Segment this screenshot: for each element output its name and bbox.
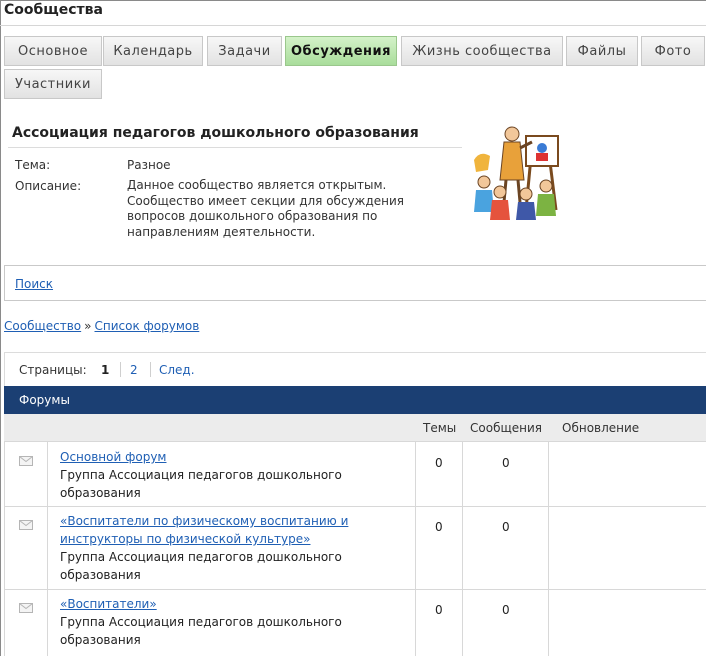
topics-count: 0: [435, 456, 443, 470]
table-row: Основной форум Группа Ассоциация педагог…: [4, 442, 706, 506]
breadcrumb: Сообщество» Список форумов: [4, 319, 199, 333]
forum-group: Группа Ассоциация педагогов дошкольного …: [60, 468, 342, 500]
search-panel: Поиск: [4, 265, 706, 301]
topic-label: Тема:: [15, 158, 51, 172]
forum-cell: «Воспитатели» Группа Ассоциация педагого…: [60, 595, 360, 649]
tab-calendar[interactable]: Календарь: [103, 36, 203, 66]
tab-files[interactable]: Файлы: [566, 36, 638, 66]
topic-value: Разное: [127, 158, 171, 172]
forums-header: Форумы: [4, 386, 706, 414]
forums-column-headers: Темы Сообщения Обновление: [4, 414, 706, 442]
forum-link[interactable]: Основной форум: [60, 450, 166, 464]
tab-members[interactable]: Участники: [4, 69, 102, 99]
pager: Страницы: 1 2 След.: [4, 352, 706, 386]
page-title: Сообщества: [4, 2, 103, 18]
forum-group: Группа Ассоциация педагогов дошкольного …: [60, 550, 342, 582]
tab-discussions[interactable]: Обсуждения: [285, 36, 397, 66]
pager-divider: [120, 362, 121, 377]
pager-divider: [150, 362, 151, 377]
table-row: «Воспитатели по физическому воспитанию и…: [4, 507, 706, 589]
pager-current-page: 1: [101, 363, 110, 377]
title-divider: [0, 25, 706, 26]
breadcrumb-community[interactable]: Сообщество: [4, 319, 81, 333]
pager-next[interactable]: След.: [159, 363, 195, 377]
envelope-icon: [19, 520, 33, 530]
table-row: «Воспитатели» Группа Ассоциация педагого…: [4, 590, 706, 656]
tab-photo[interactable]: Фото: [641, 36, 705, 66]
tab-community-life[interactable]: Жизнь сообщества: [401, 36, 563, 66]
tab-tasks[interactable]: Задачи: [207, 36, 282, 66]
forum-link[interactable]: «Воспитатели по физическому воспитанию и…: [60, 514, 348, 546]
messages-count: 0: [502, 603, 510, 617]
breadcrumb-forum-list[interactable]: Список форумов: [95, 319, 200, 333]
forum-cell: «Воспитатели по физическому воспитанию и…: [60, 512, 360, 584]
search-link[interactable]: Поиск: [15, 277, 53, 291]
envelope-icon: [19, 456, 33, 466]
column-topics: Темы: [423, 421, 457, 435]
tab-main[interactable]: Основное: [4, 36, 102, 66]
forums-title: Форумы: [19, 393, 70, 407]
teacher-with-children-icon: [474, 126, 559, 220]
group-info: Ассоциация педагогов дошкольного образов…: [4, 112, 706, 266]
description-label: Описание:: [15, 179, 82, 193]
breadcrumb-separator: »: [84, 319, 92, 333]
forum-link[interactable]: «Воспитатели»: [60, 597, 157, 611]
envelope-icon: [19, 603, 33, 613]
group-divider: [8, 147, 462, 148]
column-messages: Сообщения: [470, 421, 543, 435]
messages-count: 0: [502, 520, 510, 534]
pager-label: Страницы:: [19, 363, 87, 377]
group-name: Ассоциация педагогов дошкольного образов…: [12, 125, 419, 141]
pager-page-2[interactable]: 2: [130, 363, 138, 377]
description-value: Данное сообщество является открытым. Соо…: [127, 178, 404, 239]
topics-count: 0: [435, 520, 443, 534]
forum-cell: Основной форум Группа Ассоциация педагог…: [60, 448, 360, 502]
column-updated: Обновление: [562, 421, 640, 435]
messages-count: 0: [502, 456, 510, 470]
forum-group: Группа Ассоциация педагогов дошкольного …: [60, 615, 342, 647]
topics-count: 0: [435, 603, 443, 617]
